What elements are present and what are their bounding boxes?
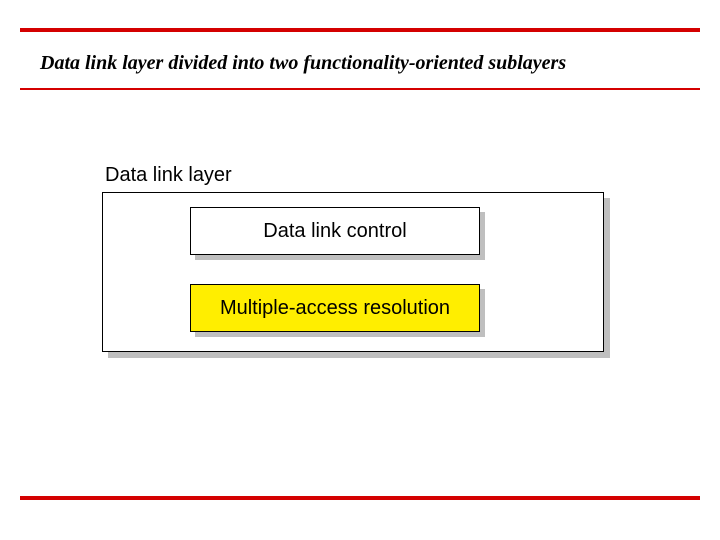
diagram-outer-label: Data link layer xyxy=(105,164,232,187)
bottom-rule-thick xyxy=(20,496,700,500)
sublayer-label-mar: Multiple-access resolution xyxy=(220,297,450,320)
top-rule-thick xyxy=(20,28,700,32)
slide: Data link layer divided into two functio… xyxy=(0,0,720,540)
top-rule-thin xyxy=(20,88,700,90)
sublayer-box-dlc: Data link control xyxy=(190,207,480,255)
sublayer-label-dlc: Data link control xyxy=(263,220,406,243)
sublayer-box-mar: Multiple-access resolution xyxy=(190,284,480,332)
slide-title: Data link layer divided into two functio… xyxy=(40,52,566,75)
